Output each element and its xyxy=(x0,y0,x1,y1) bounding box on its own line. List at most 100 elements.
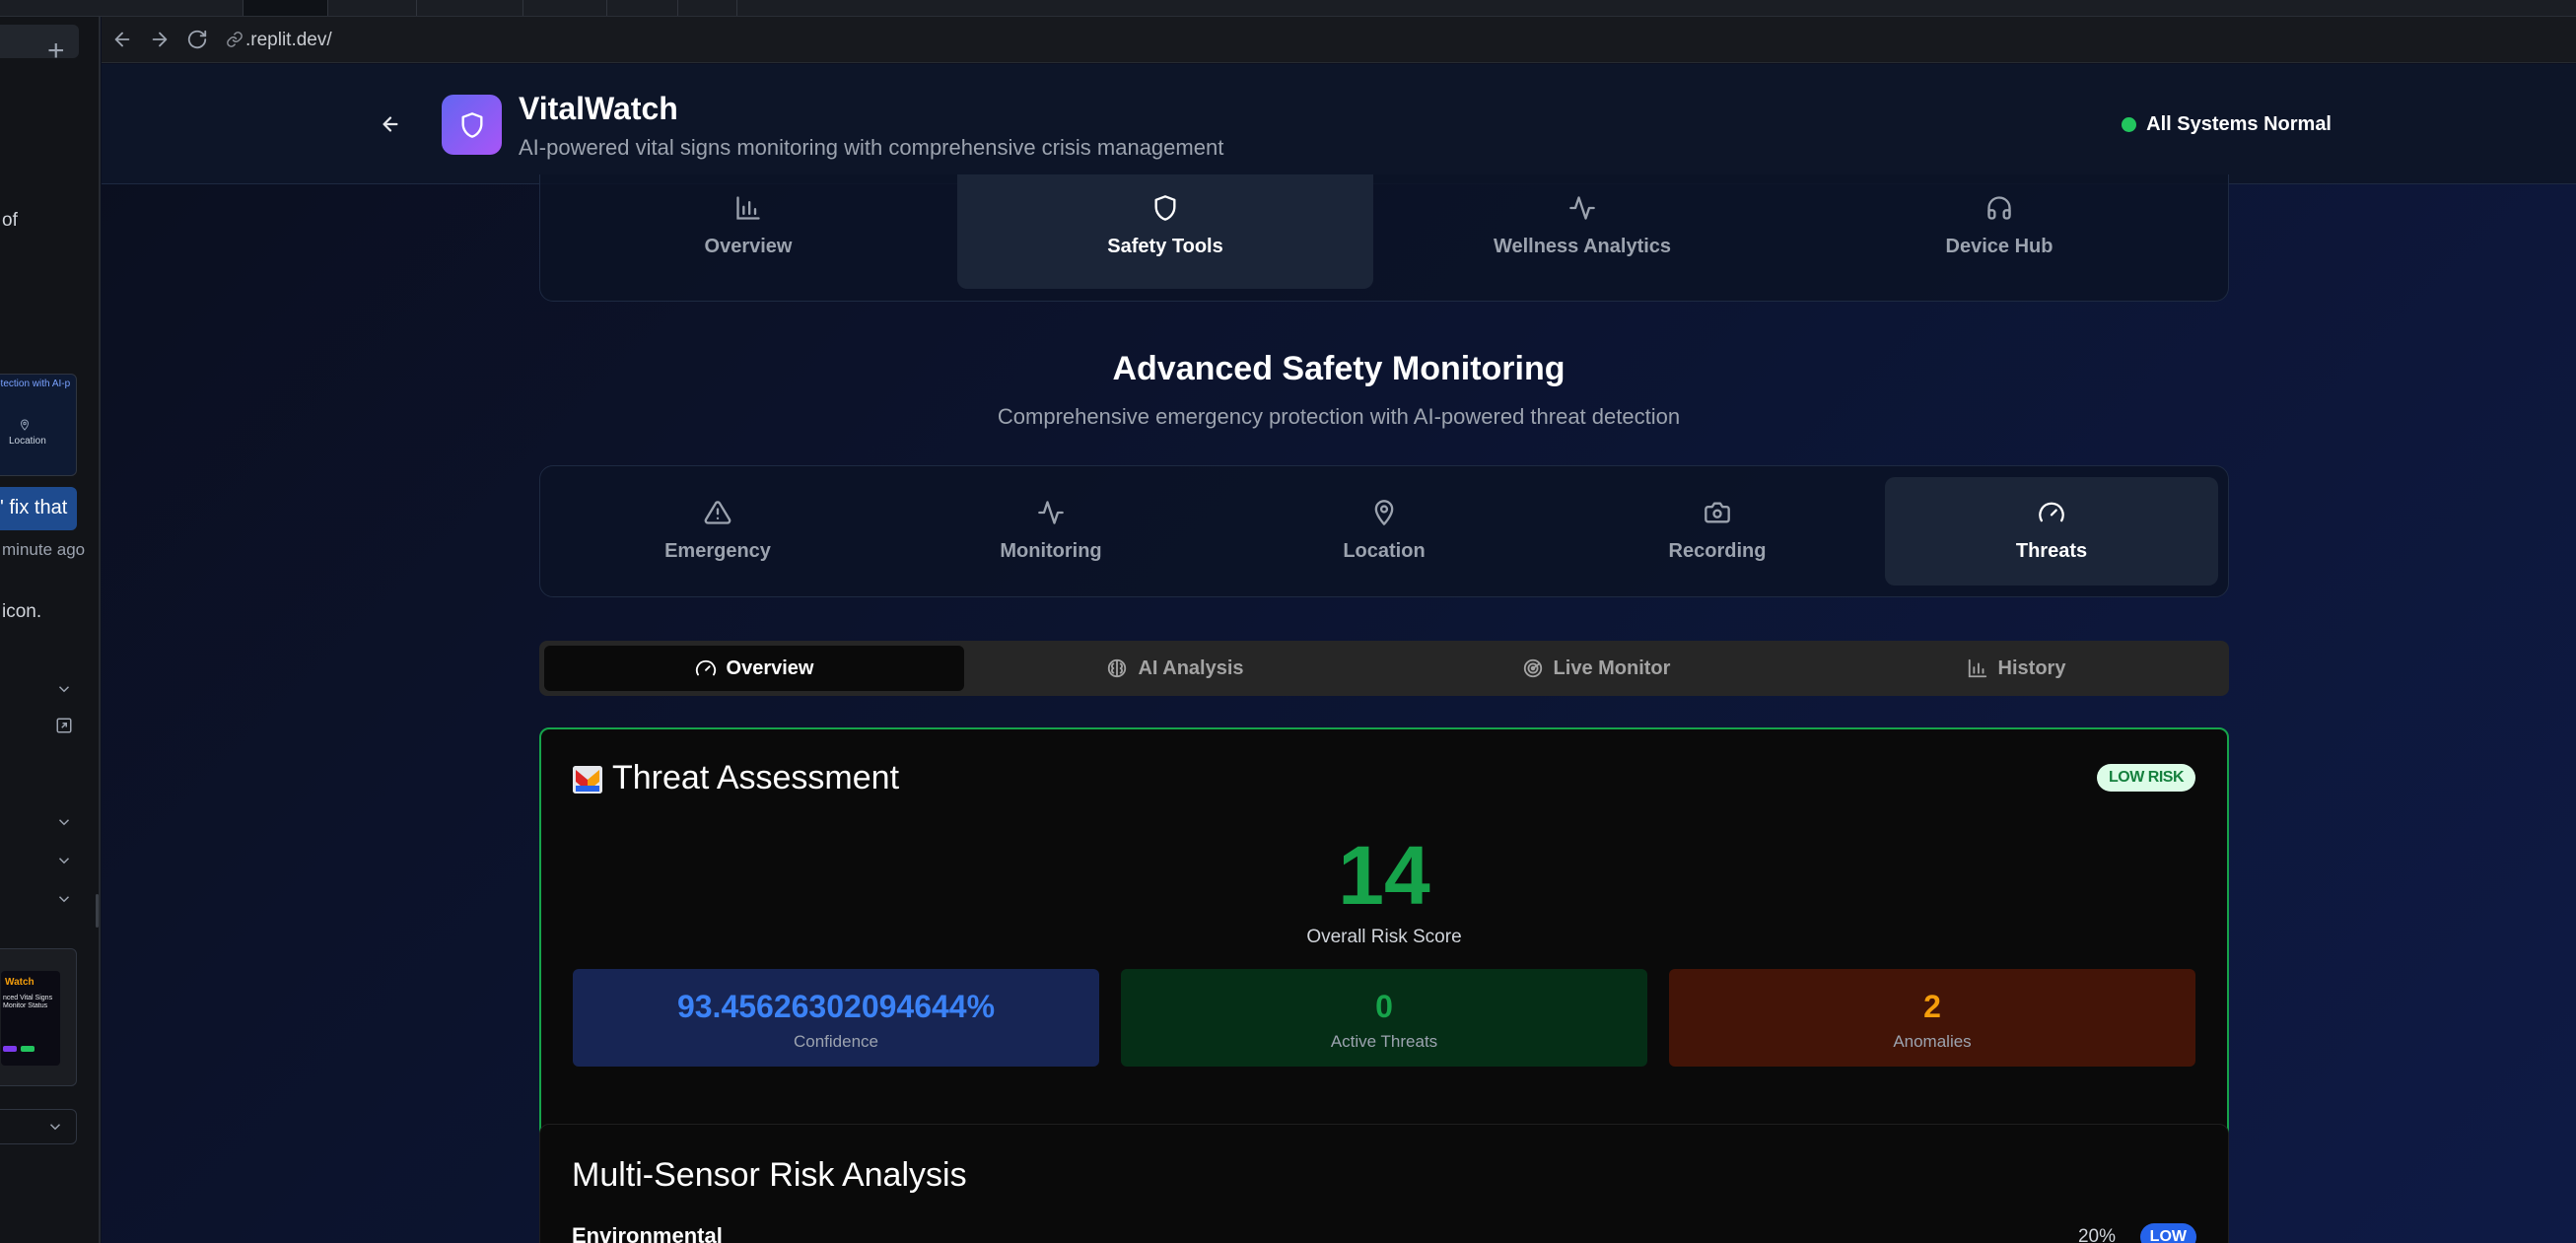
browser-tab[interactable] xyxy=(607,0,678,16)
chevron-down-icon[interactable] xyxy=(55,680,73,698)
link-icon xyxy=(226,31,244,48)
app-logo xyxy=(442,95,502,155)
status-dot xyxy=(2122,117,2137,132)
message-timestamp: minute ago xyxy=(2,540,86,559)
sensor-risk-badge: LOW xyxy=(2139,1223,2196,1243)
tab-ai-analysis[interactable]: AI Analysis xyxy=(965,646,1385,691)
browser-tab[interactable] xyxy=(523,0,607,16)
chevron-down-icon[interactable] xyxy=(55,813,73,831)
open-external-icon[interactable] xyxy=(55,717,73,734)
card-title: Multi-Sensor Risk Analysis xyxy=(572,1156,967,1194)
browser-tab[interactable] xyxy=(328,0,417,16)
system-status: All Systems Normal xyxy=(2122,113,2332,136)
tab-label: AI Analysis xyxy=(1138,656,1244,679)
address-bar: .replit.dev/ xyxy=(102,17,2576,63)
panel-resize-handle[interactable] xyxy=(96,894,99,928)
thumbnail-text: nced Vital Signs Monitor Status xyxy=(3,995,53,1009)
reload-icon[interactable] xyxy=(186,29,210,52)
activity-icon xyxy=(1568,194,1596,222)
tab-live-monitor[interactable]: Live Monitor xyxy=(1386,646,1806,691)
tab-threat-overview[interactable]: Overview xyxy=(544,646,964,691)
status-text: All Systems Normal xyxy=(2146,113,2332,135)
anomalies-stat: 2 Anomalies xyxy=(1669,969,2195,1067)
tab-threats[interactable]: Threats xyxy=(1885,477,2218,586)
main-tab-bar: Overview Safety Tools Wellness Analytics… xyxy=(539,174,2229,302)
tab-monitoring[interactable]: Monitoring xyxy=(884,477,1218,586)
radar-icon xyxy=(1522,657,1544,679)
side-panel: + of otection with AI-p Location ' fix t… xyxy=(0,17,101,1243)
tab-label: Wellness Analytics xyxy=(1493,236,1672,257)
card-title: Threat Assessment xyxy=(612,759,900,796)
back-arrow-icon[interactable] xyxy=(111,29,135,52)
confidence-stat: 93.45626302094644% Confidence xyxy=(573,969,1099,1067)
alert-triangle-icon xyxy=(704,499,731,526)
risk-score-label: Overall Risk Score xyxy=(1306,927,1462,947)
stat-value: 2 xyxy=(1923,989,1941,1024)
url-input[interactable]: .replit.dev/ xyxy=(218,25,1105,54)
tab-label: Overview xyxy=(704,236,793,257)
browser-tab[interactable] xyxy=(417,0,523,16)
browser-tab-strip xyxy=(0,0,2576,17)
tab-recording[interactable]: Recording xyxy=(1551,477,1884,586)
gauge-icon xyxy=(695,657,717,679)
tab-safety-tools[interactable]: Safety Tools xyxy=(957,174,1373,289)
headphones-icon xyxy=(1985,194,2013,222)
stat-label: Active Threats xyxy=(1330,1032,1438,1051)
screenshot-thumbnail[interactable]: otection with AI-p Location xyxy=(0,374,77,476)
side-panel-tab[interactable] xyxy=(0,25,79,58)
thumbnail-caption: otection with AI-p xyxy=(0,379,71,389)
camera-icon xyxy=(1704,499,1731,526)
tab-label: Live Monitor xyxy=(1553,656,1671,679)
chat-text-fragment: of xyxy=(2,210,18,231)
tab-history[interactable]: History xyxy=(1806,646,2226,691)
shield-emoji-icon xyxy=(573,766,602,794)
thumbnail-button xyxy=(21,1046,35,1052)
chevron-down-icon[interactable] xyxy=(55,852,73,869)
activity-icon xyxy=(1037,499,1065,526)
tab-label: History xyxy=(1997,656,2066,679)
thumbnail-preview: Watch nced Vital Signs Monitor Status xyxy=(1,971,60,1066)
stat-label: Confidence xyxy=(793,1032,878,1051)
tab-label: Overview xyxy=(726,656,814,679)
thumbnail-brand: Watch xyxy=(5,977,35,988)
stat-value: 93.45626302094644% xyxy=(676,989,996,1024)
thumbnail-button xyxy=(3,1046,17,1052)
stat-value: 0 xyxy=(1375,989,1393,1024)
app-title: VitalWatch xyxy=(519,91,678,126)
sensor-row-percent: 20% xyxy=(2077,1226,2116,1243)
forward-arrow-icon[interactable] xyxy=(149,29,173,52)
side-panel-select[interactable] xyxy=(0,1109,77,1144)
sensor-row-label: Environmental xyxy=(572,1223,723,1243)
active-threats-stat: 0 Active Threats xyxy=(1121,969,1647,1067)
map-pin-icon xyxy=(1370,499,1398,526)
thumbnail-location-label: Location xyxy=(9,436,46,447)
threat-tab-bar: Overview AI Analysis Live Monitor Histor… xyxy=(539,641,2229,696)
plus-icon[interactable]: + xyxy=(47,35,65,68)
shield-icon xyxy=(461,112,483,138)
tab-label: Location xyxy=(1343,540,1426,562)
app-subtitle: AI-powered vital signs monitoring with c… xyxy=(519,135,1224,160)
threat-assessment-card: Threat Assessment LOW RISK 14 Overall Ri… xyxy=(539,727,2229,1163)
tab-overview[interactable]: Overview xyxy=(540,174,956,289)
tab-label: Device Hub xyxy=(1945,236,2054,257)
tab-emergency[interactable]: Emergency xyxy=(551,477,884,586)
bar-chart-icon xyxy=(734,194,762,222)
browser-tab[interactable] xyxy=(678,0,737,16)
tab-label: Monitoring xyxy=(1000,540,1102,562)
user-message-bubble: ' fix that xyxy=(0,487,77,530)
tab-location[interactable]: Location xyxy=(1218,477,1551,586)
tab-wellness-analytics[interactable]: Wellness Analytics xyxy=(1374,174,1790,289)
screenshot-thumbnail[interactable]: Watch nced Vital Signs Monitor Status xyxy=(0,948,77,1086)
tab-device-hub[interactable]: Device Hub xyxy=(1791,174,2207,289)
browser-tab[interactable] xyxy=(101,0,244,16)
browser-tab-active[interactable] xyxy=(244,0,328,16)
map-pin-icon xyxy=(19,418,31,431)
gauge-icon xyxy=(2038,499,2065,526)
back-arrow-icon[interactable] xyxy=(380,113,401,135)
chevron-down-icon[interactable] xyxy=(55,890,73,908)
stat-label: Anomalies xyxy=(1893,1032,1972,1051)
safety-tab-bar: Emergency Monitoring Location Recording … xyxy=(539,465,2229,597)
brain-icon xyxy=(1106,657,1128,679)
bar-chart-icon xyxy=(1967,657,1988,679)
section-subtitle: Comprehensive emergency protection with … xyxy=(997,404,1681,429)
